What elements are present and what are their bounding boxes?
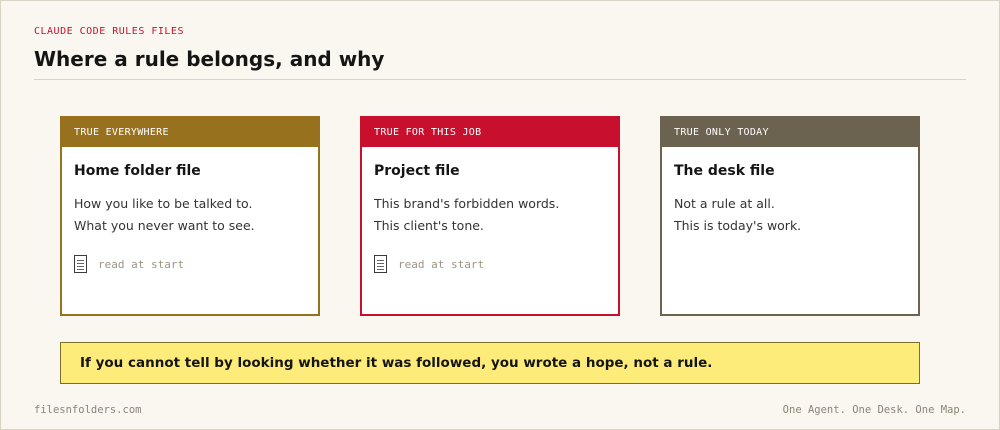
card-tag: TRUE ONLY TODAY (662, 118, 918, 147)
card-project-file: TRUE FOR THIS JOB Project file This bran… (360, 116, 620, 316)
footer-tagline: One Agent. One Desk. One Map. (782, 404, 966, 416)
page-title: Where a rule belongs, and why (34, 47, 385, 71)
card-line: This is today's work. (674, 218, 802, 233)
header-divider (34, 79, 966, 80)
card-line: How you like to be talked to. (74, 196, 253, 211)
read-label: read at start (98, 257, 185, 271)
footer-site: filesnfolders.com (34, 404, 142, 416)
document-icon (374, 255, 387, 273)
read-at-start-row: read at start (74, 255, 306, 273)
card-line: This brand's forbidden words. (374, 196, 560, 211)
eyebrow-label: CLAUDE CODE RULES FILES (34, 26, 184, 37)
card-desk-file: TRUE ONLY TODAY The desk file Not a rule… (660, 116, 920, 316)
card-line: Not a rule at all. (674, 196, 775, 211)
read-at-start-row: read at start (374, 255, 606, 273)
card-title: Project file (374, 163, 460, 179)
card-title: The desk file (674, 163, 775, 179)
card-line: What you never want to see. (74, 218, 255, 233)
callout-banner: If you cannot tell by looking whether it… (60, 342, 920, 384)
document-icon (74, 255, 87, 273)
card-line: This client's tone. (374, 218, 484, 233)
read-label: read at start (398, 257, 485, 271)
card-tag: TRUE EVERYWHERE (62, 118, 318, 147)
card-tag: TRUE FOR THIS JOB (362, 118, 618, 147)
card-home-folder-file: TRUE EVERYWHERE Home folder file How you… (60, 116, 320, 316)
card-title: Home folder file (74, 163, 201, 179)
